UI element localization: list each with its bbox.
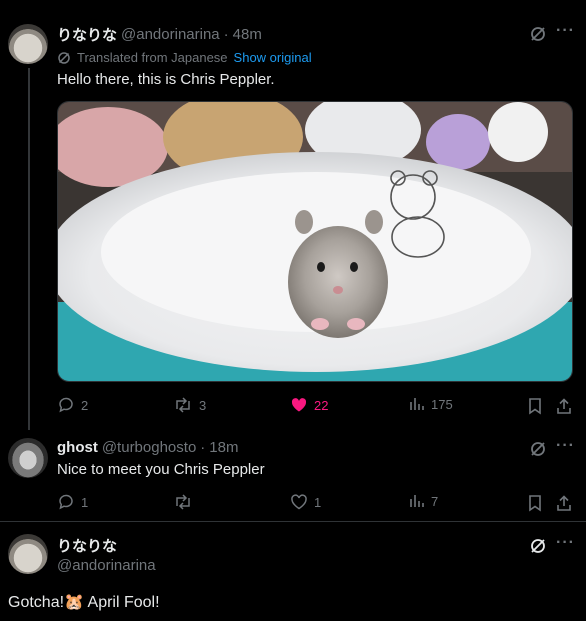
tweet-text: Nice to meet you Chris Peppler — [57, 461, 265, 478]
separator: · — [200, 439, 206, 456]
heart-icon — [291, 494, 307, 510]
reply-button[interactable]: 2 — [57, 396, 88, 414]
like-button[interactable]: 1 — [290, 493, 321, 511]
handle[interactable]: @andorinarina — [121, 26, 220, 43]
display-name[interactable]: りなりな — [57, 24, 117, 45]
share-icon[interactable] — [554, 396, 574, 416]
like-count: 22 — [314, 397, 329, 413]
like-button[interactable]: 22 — [290, 396, 328, 414]
translated-label: Translated from Japanese — [77, 50, 228, 65]
tweet-image[interactable] — [57, 101, 573, 382]
reply-icon — [59, 397, 73, 413]
tweet-text: Hello there, this is Chris Peppler. — [57, 71, 275, 88]
more-options-icon[interactable]: ··· — [556, 437, 575, 455]
avatar[interactable] — [8, 24, 48, 64]
repost-button[interactable]: 3 — [173, 396, 206, 414]
more-options-icon[interactable]: ··· — [556, 22, 575, 40]
avatar[interactable] — [8, 438, 48, 478]
translation-note: Translated from Japanese Show original — [57, 50, 312, 65]
reply-icon — [59, 494, 73, 510]
divider — [0, 521, 586, 522]
handle[interactable]: @andorinarina — [57, 557, 156, 574]
display-name-row: りなりな — [57, 535, 117, 556]
share-icon[interactable] — [554, 493, 574, 513]
repost-count: 3 — [199, 397, 207, 413]
repost-icon — [176, 494, 190, 510]
views-button[interactable]: 7 — [409, 493, 438, 509]
timestamp[interactable]: 18m — [209, 439, 238, 456]
display-name[interactable]: ghost — [57, 439, 98, 456]
heart-filled-icon — [291, 398, 307, 412]
tweet-header: りなりな @andorinarina · 48m — [57, 24, 262, 45]
like-count: 1 — [314, 494, 322, 510]
handle[interactable]: @turboghosto — [102, 439, 196, 456]
handle-row: @andorinarina — [57, 557, 156, 574]
views-icon — [410, 495, 424, 507]
tweet-header: ghost @turboghosto · 18m — [57, 439, 238, 456]
more-options-icon[interactable]: ··· — [556, 534, 575, 552]
tweet-text: Gotcha!🐹 April Fool! — [8, 592, 160, 612]
views-button[interactable]: 175 — [409, 396, 453, 412]
bookmark-icon[interactable] — [525, 396, 545, 416]
translate-icon — [58, 51, 70, 64]
thread-line — [28, 68, 30, 430]
reply-button[interactable]: 1 — [57, 493, 88, 511]
view-count: 7 — [431, 493, 439, 509]
grok-icon[interactable] — [528, 24, 548, 44]
display-name[interactable]: りなりな — [57, 535, 117, 556]
view-count: 175 — [431, 396, 453, 412]
views-icon — [410, 398, 424, 410]
separator: · — [223, 26, 229, 43]
repost-icon — [176, 397, 190, 413]
hamster-emoji-icon: 🐹 — [64, 594, 84, 611]
tweet-text-part: April Fool! — [83, 594, 160, 611]
reply-count: 2 — [81, 397, 89, 413]
repost-button[interactable] — [173, 493, 199, 511]
avatar[interactable] — [8, 534, 48, 574]
grok-icon[interactable] — [528, 536, 548, 556]
show-original-link[interactable]: Show original — [234, 50, 312, 65]
bookmark-icon[interactable] — [525, 493, 545, 513]
reply-count: 1 — [81, 494, 89, 510]
tweet-text-part: Gotcha! — [8, 594, 65, 611]
timestamp[interactable]: 48m — [233, 26, 262, 43]
grok-icon[interactable] — [528, 439, 548, 459]
